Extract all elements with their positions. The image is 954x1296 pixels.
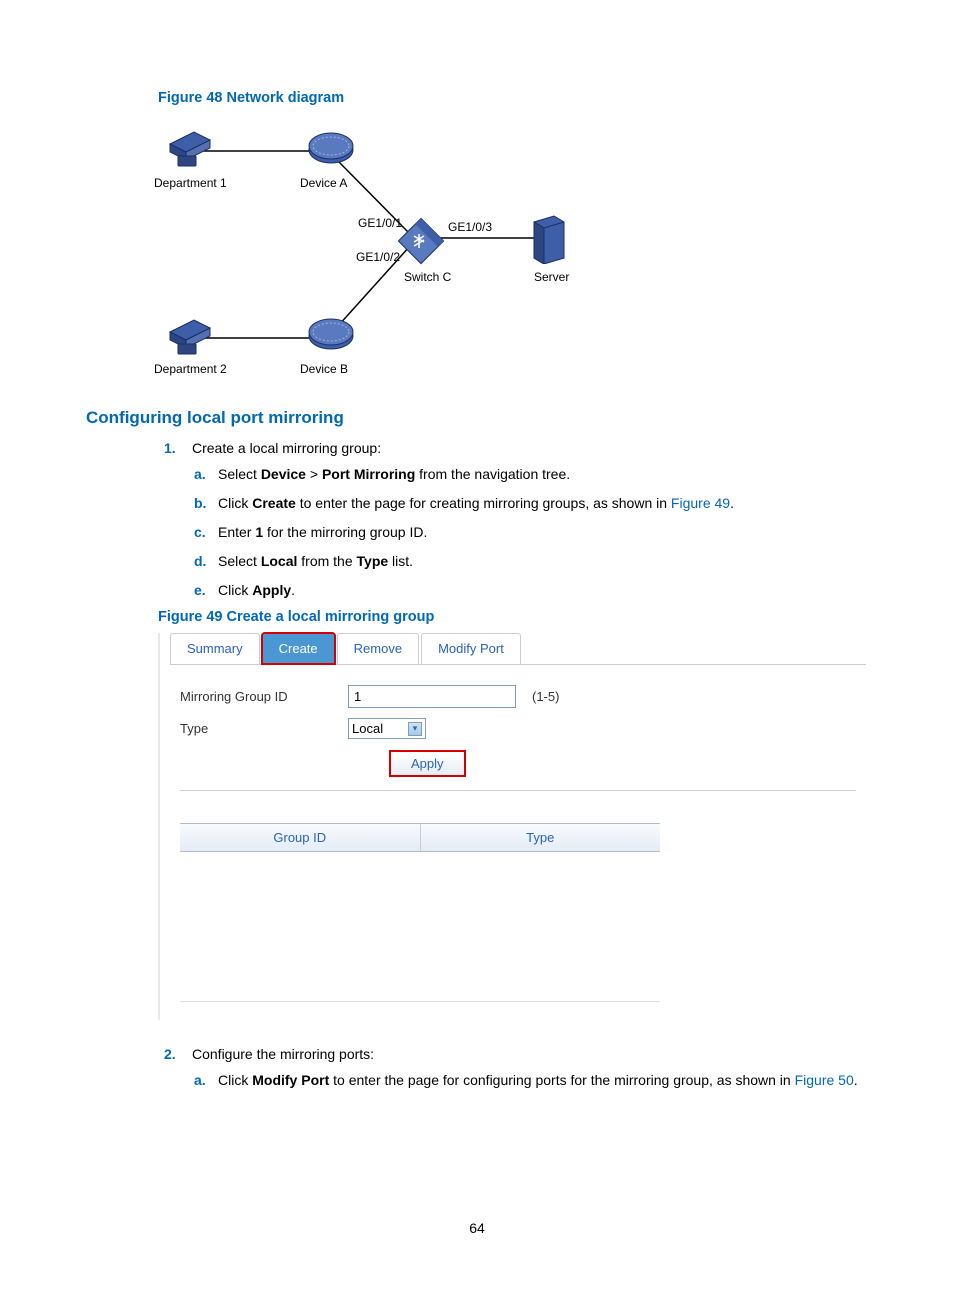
label-mirroring-group-id: Mirroring Group ID (180, 689, 348, 704)
label-type: Type (180, 721, 348, 736)
label-switch-c: Switch C (404, 270, 451, 284)
label-ge101: GE1/0/1 (358, 216, 402, 230)
input-mirroring-group-id[interactable]: 1 (348, 685, 516, 708)
select-type[interactable]: Local ▾ (348, 718, 426, 739)
step-1a: a.Select Device > Port Mirroring from th… (194, 464, 868, 485)
col-group-id[interactable]: Group ID (180, 824, 421, 851)
label-ge103: GE1/0/3 (448, 220, 492, 234)
apply-button[interactable]: Apply (390, 751, 465, 776)
label-ge102: GE1/0/2 (356, 250, 400, 264)
label-device-a: Device A (300, 176, 347, 190)
label-server: Server (534, 270, 569, 284)
figure-50-link[interactable]: Figure 50 (795, 1072, 854, 1088)
table-body-empty (180, 852, 660, 1002)
tab-modify-port[interactable]: Modify Port (421, 633, 521, 664)
tab-remove[interactable]: Remove (337, 633, 419, 664)
step-1c: c.Enter 1 for the mirroring group ID. (194, 522, 868, 543)
switch-icon (396, 216, 446, 266)
step-1e: e.Click Apply. (194, 580, 868, 601)
label-dept1: Department 1 (154, 176, 227, 190)
step-1: 1.Create a local mirroring group: (164, 440, 868, 456)
router-icon (306, 128, 356, 172)
range-hint: (1-5) (532, 689, 559, 704)
separator (180, 790, 856, 791)
router-icon (306, 314, 356, 358)
step-1b: b.Click Create to enter the page for cre… (194, 493, 868, 514)
label-dept2: Department 2 (154, 362, 227, 376)
figure-49-caption: Figure 49 Create a local mirroring group (158, 609, 868, 625)
tab-summary[interactable]: Summary (170, 633, 260, 664)
section-heading: Configuring local port mirroring (86, 408, 868, 428)
group-table: Group ID Type (180, 823, 660, 1002)
pc-icon (166, 122, 214, 170)
page-number: 64 (469, 1220, 485, 1236)
col-type[interactable]: Type (421, 824, 661, 851)
pc-icon (166, 310, 214, 358)
step-2a: a.Click Modify Port to enter the page fo… (194, 1070, 868, 1091)
network-diagram: Department 1 Device A GE1/0/1 GE1/0/3 GE… (158, 116, 588, 376)
step-1d: d.Select Local from the Type list. (194, 551, 868, 572)
label-device-b: Device B (300, 362, 348, 376)
tab-create[interactable]: Create (262, 633, 335, 664)
figure-48-caption: Figure 48 Network diagram (158, 90, 868, 106)
tabs: Summary Create Remove Modify Port (170, 633, 866, 665)
chevron-down-icon: ▾ (408, 722, 422, 736)
server-icon (530, 212, 568, 264)
figure-49-link[interactable]: Figure 49 (671, 495, 730, 511)
mirroring-group-screenshot: Summary Create Remove Modify Port Mirror… (158, 633, 866, 1020)
step-2: 2.Configure the mirroring ports: (164, 1046, 868, 1062)
